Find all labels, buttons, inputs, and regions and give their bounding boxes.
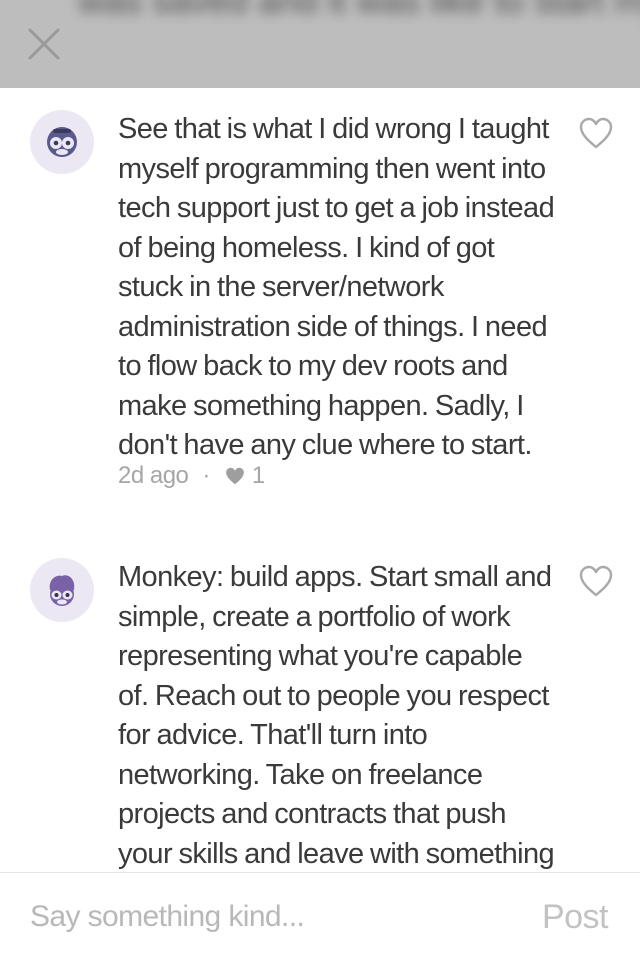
avatar[interactable] (30, 558, 94, 622)
comment-meta: 2d ago · 1 (118, 460, 265, 492)
comment-feed[interactable]: See that is what I did wrong I taught my… (0, 88, 640, 872)
heart-outline-icon[interactable] (578, 564, 614, 598)
comment-input[interactable] (30, 895, 510, 939)
monkey-face-icon (47, 127, 77, 157)
meta-separator: · (202, 462, 210, 489)
monkey-hair-icon (49, 575, 75, 606)
avatar[interactable] (30, 110, 94, 174)
blurred-header: was saved and it was like to start my ow… (0, 0, 640, 88)
comment-composer: Post (0, 872, 640, 961)
timestamp: 2d ago (118, 462, 189, 489)
comment-text: See that is what I did wrong I taught my… (118, 113, 555, 461)
like-count: 1 (251, 462, 265, 489)
heart-outline-icon[interactable] (578, 116, 614, 150)
blurred-post-text: was saved and it was like to start my ow… (78, 0, 640, 21)
comment-text: Monkey: build apps. Start small and simp… (118, 561, 555, 870)
heart-filled-icon (226, 467, 244, 485)
post-button[interactable]: Post (542, 895, 609, 939)
close-icon[interactable] (26, 26, 62, 62)
